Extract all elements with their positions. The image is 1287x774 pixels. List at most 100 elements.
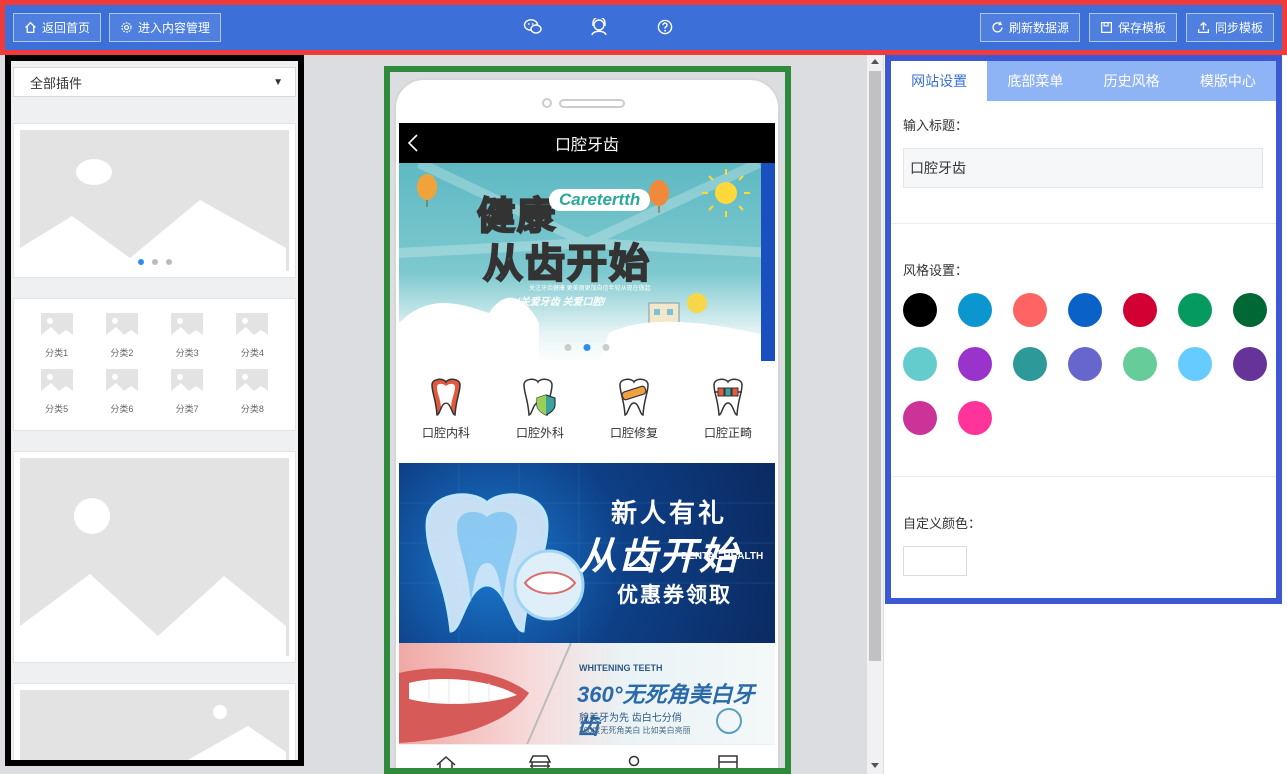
color-swatch[interactable]: [958, 401, 992, 435]
color-swatch[interactable]: [1068, 293, 1102, 327]
plugin-carousel[interactable]: [13, 123, 296, 278]
title-field-label: 输入标题：: [903, 118, 969, 133]
color-swatch[interactable]: [1123, 293, 1157, 327]
refresh-datasource-button[interactable]: 刷新数据源: [979, 13, 1080, 42]
style-settings-label: 风格设置：: [903, 263, 969, 278]
banner-badge: Caretertth: [549, 189, 651, 211]
gear-icon: [121, 22, 132, 33]
scroll-up-arrow-icon[interactable]: [871, 59, 879, 64]
plugin-filter-value: 全部插件: [30, 75, 83, 91]
mobile-category-row: 口腔内科 口腔外科 口腔修复 口腔正畸: [399, 363, 775, 463]
banner3-title-en: WHITENING TEETH: [579, 663, 663, 673]
tab-home-icon[interactable]: [433, 752, 459, 768]
save-template-label: 保存模板: [1117, 21, 1166, 35]
tab-user-icon[interactable]: [621, 752, 647, 769]
phone-screen: 口腔牙齿 健康 Caretertth 从齿开始 关注牙齿健康 更美丽更加自信年轻…: [399, 123, 775, 763]
banner-new-user[interactable]: 新人有礼 从齿开始 DENTAL HEALTH 优惠券领取: [399, 463, 775, 643]
plugin-image-block[interactable]: [13, 683, 296, 760]
phone-speaker: [559, 99, 625, 108]
tab-template-center[interactable]: 模版中心: [1180, 61, 1276, 101]
banner-title-line2: 从齿开始: [482, 241, 651, 287]
home-button[interactable]: 返回首页: [13, 13, 102, 42]
banner2-coupon-text: 优惠券领取: [617, 584, 732, 607]
grid-item: 分类7: [155, 369, 220, 415]
customer-service-icon[interactable]: [586, 14, 612, 40]
custom-color-label: 自定义颜色：: [903, 516, 982, 531]
preview-scrollbar[interactable]: [867, 55, 883, 774]
category-surgery[interactable]: 口腔外科: [516, 375, 564, 441]
category-label: 口腔修复: [609, 426, 658, 440]
color-swatch[interactable]: [903, 401, 937, 435]
category-orthodontics[interactable]: 口腔正畸: [704, 375, 752, 441]
tab-history-style[interactable]: 历史风格: [1084, 61, 1180, 101]
image-placeholder: [20, 458, 289, 656]
grid-item: 分类3: [155, 313, 220, 359]
color-swatch[interactable]: [903, 293, 937, 327]
category-label: 口腔内科: [421, 426, 470, 440]
tab-site-settings[interactable]: 网站设置: [891, 61, 988, 101]
mobile-page-title: 口腔牙齿: [554, 137, 619, 154]
color-swatch[interactable]: [1013, 293, 1047, 327]
sync-template-button[interactable]: 同步模板: [1185, 13, 1274, 42]
grid-item: 分类5: [24, 369, 89, 415]
mobile-header: 口腔牙齿: [399, 123, 775, 163]
plugin-category-grid[interactable]: 分类1 分类2 分类3 分类4 分类5 分类6 分类7 分类8: [13, 298, 296, 431]
banner3-slogan: 貌美牙为先 齿白七分俏: [579, 713, 682, 724]
caret-down-icon: ▼: [273, 76, 283, 88]
back-arrow-icon[interactable]: [407, 134, 419, 152]
save-icon: [1100, 22, 1112, 33]
banner3-subtext: 360度无死角美白 比如美白亮丽: [579, 726, 691, 735]
color-swatch[interactable]: [1233, 347, 1267, 381]
banner-dots[interactable]: [564, 344, 610, 351]
category-restoration[interactable]: 口腔修复: [610, 375, 658, 441]
plugin-single-image[interactable]: [13, 451, 296, 663]
tooth-bandage-icon: [619, 378, 649, 416]
sync-template-label: 同步模板: [1214, 21, 1263, 35]
color-swatch[interactable]: [1068, 347, 1102, 381]
grid-item: 分类6: [89, 369, 154, 415]
content-manage-button[interactable]: 进入内容管理: [109, 13, 222, 42]
wechat-icon[interactable]: [520, 14, 546, 40]
color-swatch[interactable]: [1123, 347, 1157, 381]
settings-tabs: 网站设置 底部菜单 历史风格 模版中心: [891, 61, 1276, 101]
image-placeholder: [20, 690, 289, 760]
color-swatch[interactable]: [903, 347, 937, 381]
help-icon[interactable]: [652, 14, 678, 40]
color-swatch[interactable]: [1013, 347, 1047, 381]
grid-item: 分类2: [89, 313, 154, 359]
save-template-button[interactable]: 保存模板: [1088, 13, 1177, 42]
scrollbar-thumb[interactable]: [869, 71, 881, 661]
custom-color-picker[interactable]: [903, 546, 967, 576]
tab-shop-icon[interactable]: [527, 752, 553, 768]
color-swatch[interactable]: [1178, 293, 1212, 327]
grid-item: 分类4: [220, 313, 285, 359]
mobile-bottom-tabbar: [399, 744, 775, 769]
phone-preview-frame: 口腔牙齿 健康 Caretertth 从齿开始 关注牙齿健康 更美丽更加自信年轻…: [384, 66, 791, 774]
home-icon: [25, 21, 36, 34]
settings-panel: 网站设置 底部菜单 历史风格 模版中心 输入标题： 口腔牙齿 风格设置： 自定义…: [885, 55, 1282, 604]
top-toolbar: 返回首页 进入内容管理 刷新数据源 保存模板 同步模板: [5, 5, 1282, 50]
color-swatch[interactable]: [1233, 293, 1267, 327]
scroll-down-arrow-icon[interactable]: [871, 763, 879, 768]
phone-camera: [542, 98, 552, 108]
category-label: 口腔外科: [515, 426, 564, 440]
grid-item: 分类1: [24, 313, 89, 359]
next-banner-edge: [761, 163, 775, 361]
tab-bottom-menu[interactable]: 底部菜单: [987, 61, 1083, 101]
home-button-label: 返回首页: [42, 21, 91, 35]
tab-cart-icon[interactable]: [715, 752, 741, 768]
color-swatch[interactable]: [958, 347, 992, 381]
banner-health[interactable]: 健康 Caretertth 从齿开始 关注牙齿健康 更美丽更加自信年轻从现在做起…: [399, 163, 775, 363]
color-swatch[interactable]: [958, 293, 992, 327]
tooth-shield-icon: [523, 378, 556, 416]
carousel-dots: [137, 259, 172, 265]
tooth-red-icon: [431, 378, 461, 416]
image-placeholder: [20, 130, 289, 271]
banner-subtitle: /关爱牙齿 关爱口腔/: [517, 297, 606, 308]
plugin-filter-select[interactable]: 全部插件 ▼: [13, 67, 296, 97]
color-swatch-grid: [903, 293, 1267, 435]
title-input[interactable]: 口腔牙齿: [903, 148, 1263, 188]
refresh-icon: [992, 21, 1003, 33]
color-swatch[interactable]: [1178, 347, 1212, 381]
category-internal[interactable]: 口腔内科: [422, 375, 470, 441]
